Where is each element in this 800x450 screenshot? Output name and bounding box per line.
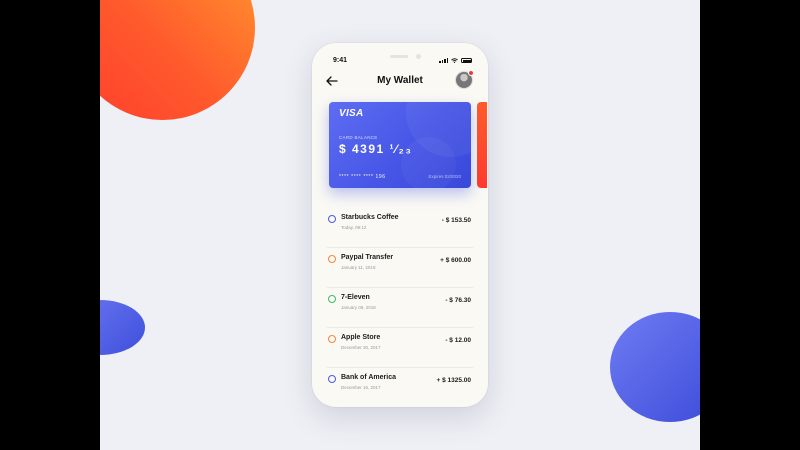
transaction-name: Bank of America (341, 374, 396, 381)
transaction-row[interactable]: Bank of America December 16, 2017 + $ 13… (327, 368, 473, 407)
transaction-date: December 30, 2017 (341, 345, 381, 350)
transaction-name: Apple Store (341, 334, 381, 341)
transaction-date: January 11, 2018 (341, 265, 376, 270)
transaction-amount: + $ 1325.00 (436, 377, 471, 384)
transaction-name: Starbucks Coffee (341, 214, 399, 221)
status-icons (439, 58, 472, 63)
phone-camera (416, 54, 421, 59)
transaction-row[interactable]: Apple Store December 30, 2017 - $ 12.00 (327, 328, 473, 368)
status-time: 9:41 (333, 57, 348, 64)
user-avatar-icon[interactable] (455, 70, 474, 89)
transaction-amount: - $ 153.50 (441, 217, 471, 224)
transaction-date: December 16, 2017 (341, 385, 381, 390)
card-number: **** **** **** 196 (339, 174, 386, 180)
transaction-dot-icon (328, 215, 336, 223)
transaction-name: Paypal Transfer (341, 254, 394, 261)
credit-card[interactable]: VISA CARD BALANCE $ 4391 ¹⁄₂₃ **** **** … (329, 102, 471, 188)
decorative-orange-circle (100, 0, 255, 120)
decorative-blue-circle-right (610, 312, 700, 422)
transaction-dot-icon (328, 255, 336, 263)
next-card-peek[interactable] (477, 102, 487, 188)
phone-frame: 9:41 My Wallet VISA CARD BALANCE $ 4391 … (312, 43, 488, 407)
battery-icon (461, 58, 472, 63)
decorative-blue-circle-left (100, 300, 145, 355)
transaction-list: Starbucks Coffee Today, 09:12 - $ 153.50… (327, 208, 473, 407)
transaction-date: January 09, 2018 (341, 305, 376, 310)
notification-badge (468, 70, 474, 76)
card-brand: VISA (339, 108, 364, 119)
transaction-date: Today, 09:12 (341, 225, 367, 230)
showcase-stage: 9:41 My Wallet VISA CARD BALANCE $ 4391 … (100, 0, 700, 450)
transaction-amount: - $ 12.00 (445, 337, 471, 344)
transaction-row[interactable]: Starbucks Coffee Today, 09:12 - $ 153.50 (327, 208, 473, 248)
transaction-row[interactable]: Paypal Transfer January 11, 2018 + $ 600… (327, 248, 473, 288)
card-balance-label: CARD BALANCE (339, 135, 378, 140)
transaction-dot-icon (328, 295, 336, 303)
card-balance: $ 4391 ¹⁄₂₃ (339, 142, 413, 156)
transaction-dot-icon (328, 375, 336, 383)
wifi-icon (451, 58, 458, 63)
card-expiry: Expires 02/2020 (428, 174, 461, 179)
transaction-dot-icon (328, 335, 336, 343)
transaction-row[interactable]: 7-Eleven January 09, 2018 - $ 76.30 (327, 288, 473, 328)
transaction-amount: + $ 600.00 (440, 257, 471, 264)
transaction-name: 7-Eleven (341, 294, 370, 301)
signal-icon (439, 58, 448, 63)
transaction-amount: - $ 76.30 (445, 297, 471, 304)
phone-speaker (390, 55, 408, 58)
